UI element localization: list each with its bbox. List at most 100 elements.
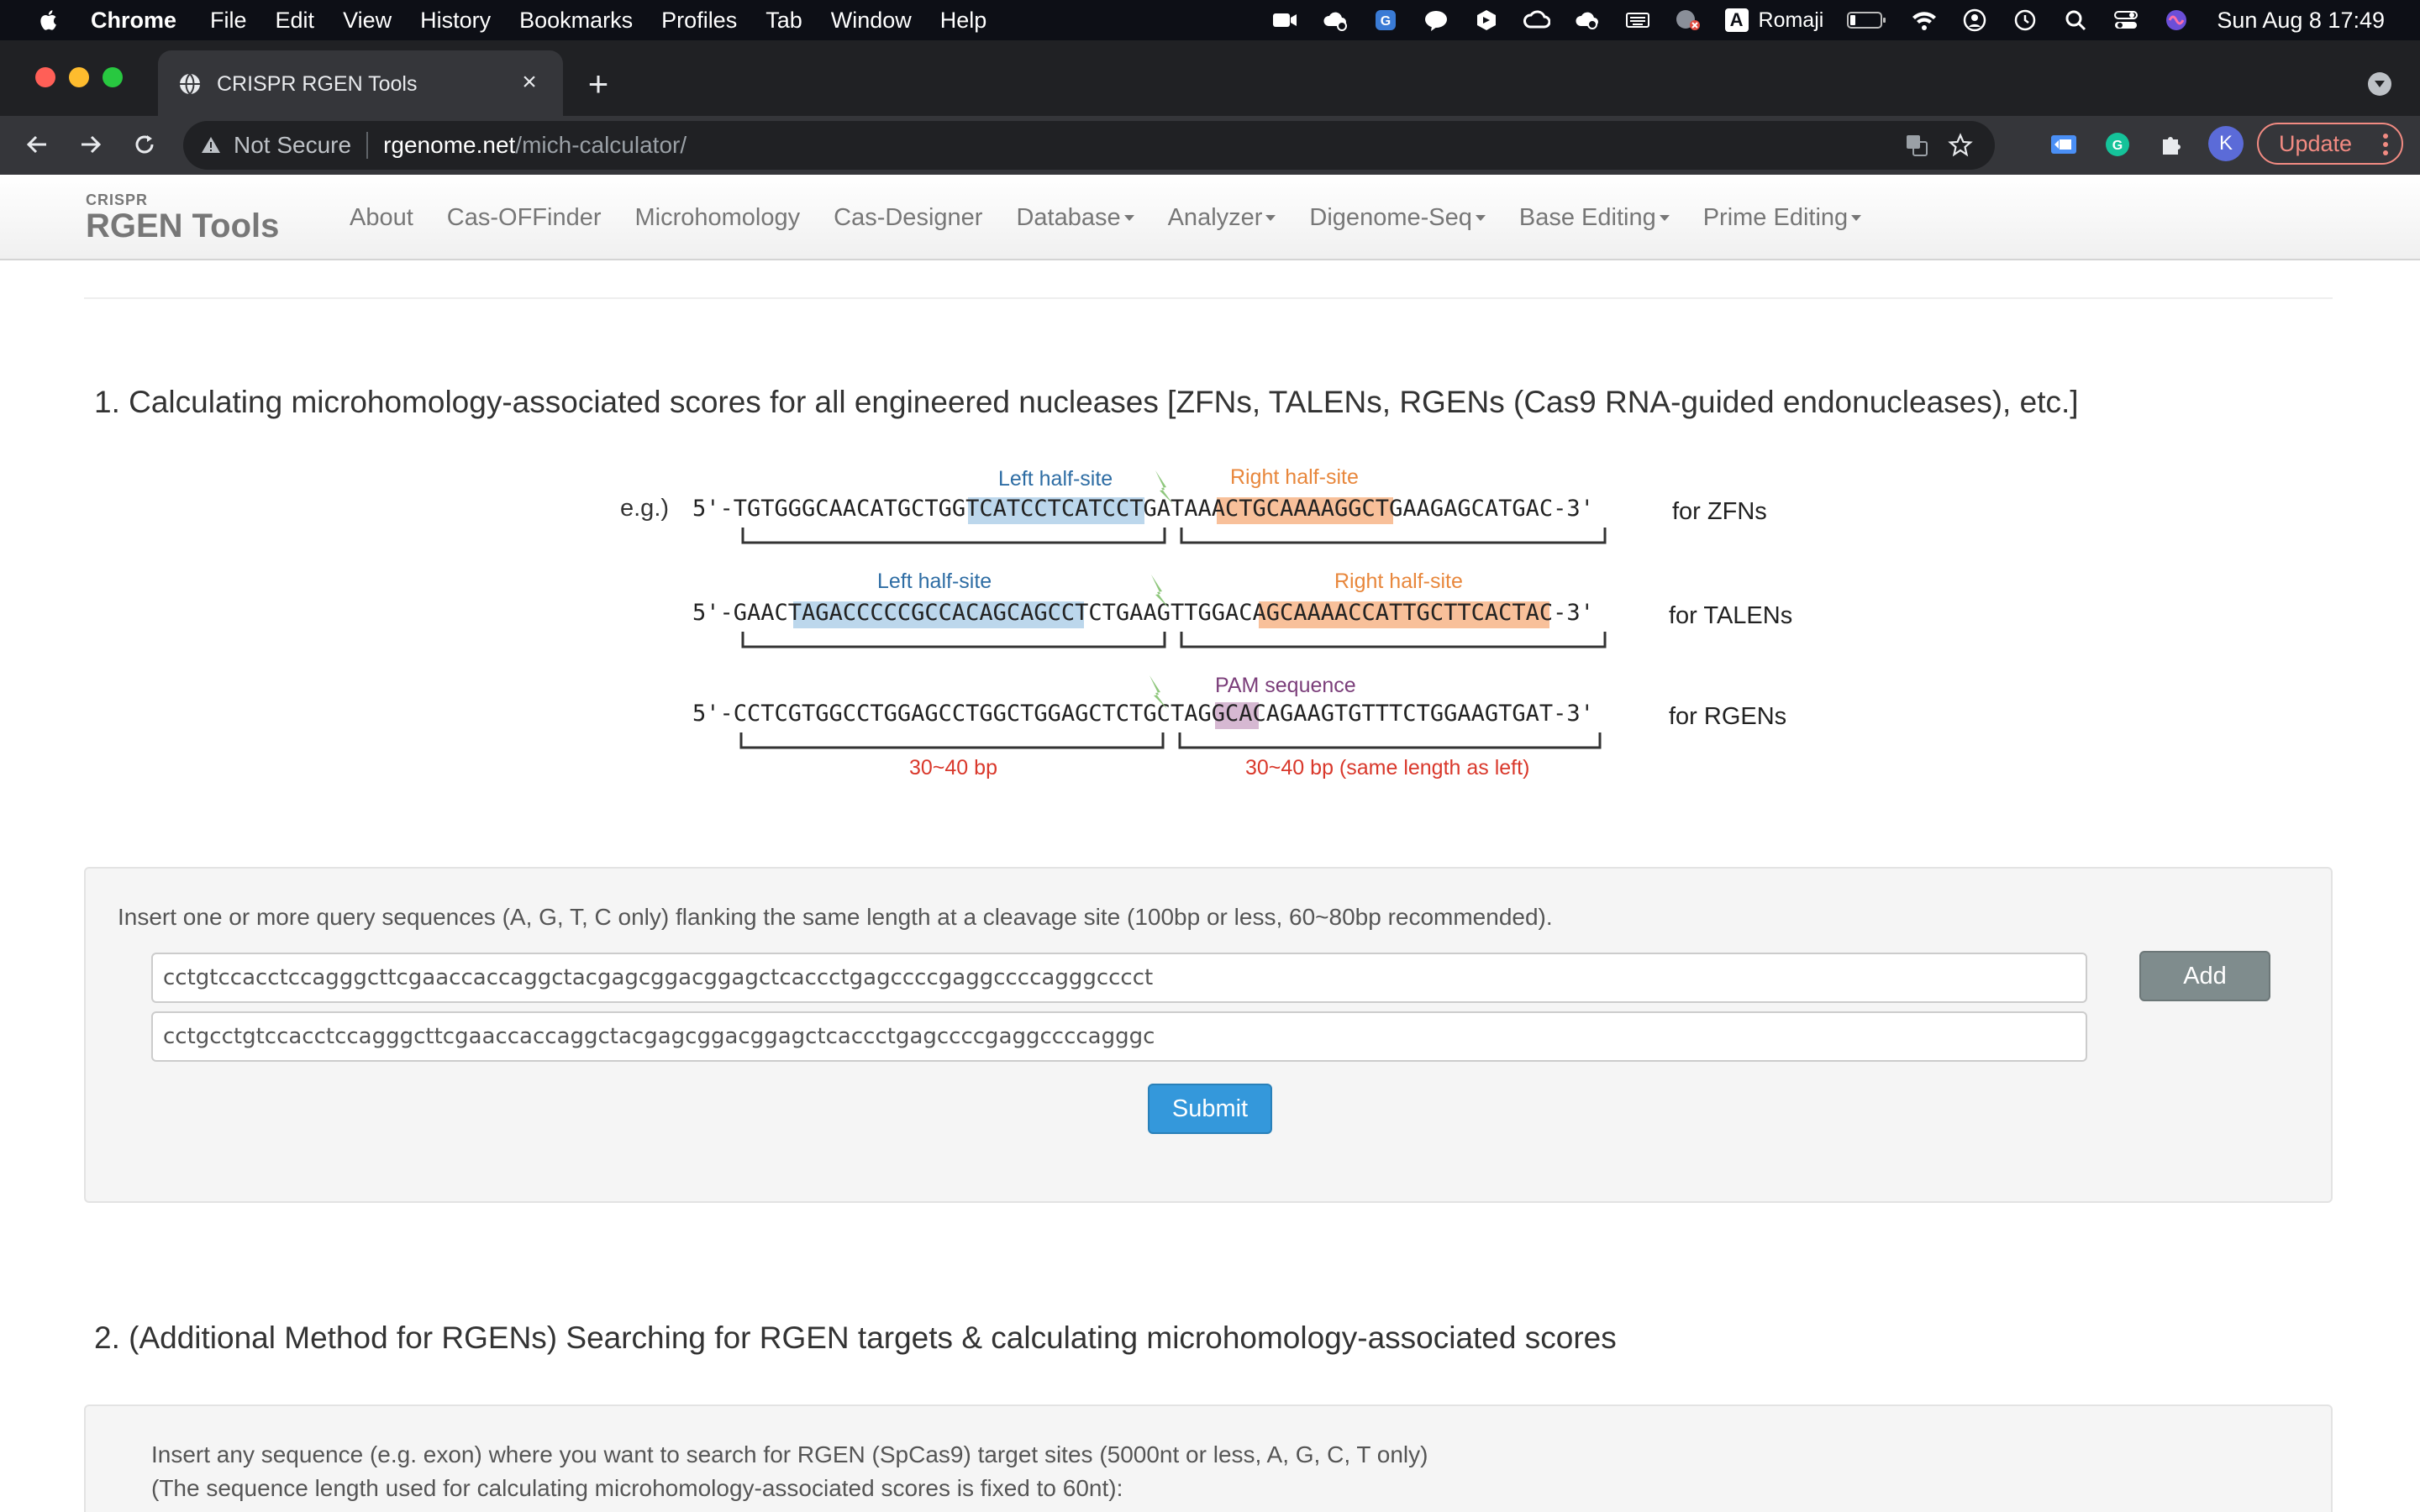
menu-profiles[interactable]: Profiles xyxy=(661,8,737,34)
new-tab-button[interactable]: + xyxy=(581,66,615,102)
wifi-icon[interactable] xyxy=(1911,8,1938,33)
nav-analyzer-dropdown[interactable]: Analyzer xyxy=(1151,204,1293,232)
talen-sequence: 5'-GAACTAGACCCCCGCCACAGCAGCCTCTGAAGTTGGA… xyxy=(692,600,1594,626)
grammar-app-icon[interactable]: G xyxy=(1372,8,1399,33)
creative-cloud-icon[interactable] xyxy=(1523,8,1550,33)
site-nav-links: About Cas-OFFinder Microhomology Cas-Des… xyxy=(333,175,1878,260)
rgen-search-instruction-line2: (The sequence length used for calculatin… xyxy=(151,1475,1123,1501)
menu-view[interactable]: View xyxy=(343,8,392,34)
forward-arrow-icon[interactable] xyxy=(72,126,109,163)
more-menu-icon[interactable] xyxy=(2383,133,2388,156)
nav-about[interactable]: About xyxy=(333,204,430,232)
back-arrow-icon[interactable] xyxy=(18,126,55,163)
vpn-globe-icon[interactable] xyxy=(1675,8,1702,33)
profile-avatar[interactable]: K xyxy=(2208,126,2244,161)
nav-cas-offinder[interactable]: Cas-OFFinder xyxy=(430,204,618,232)
security-status-label[interactable]: Not Secure xyxy=(234,132,351,159)
macos-menubar: Chrome File Edit View History Bookmarks … xyxy=(0,0,2420,40)
nav-prime-editing-dropdown[interactable]: Prime Editing xyxy=(1686,204,1878,232)
rgen-pam: AGG xyxy=(1184,701,1225,727)
siri-icon[interactable] xyxy=(2163,8,2190,33)
nav-cas-designer[interactable]: Cas-Designer xyxy=(817,204,999,232)
menu-help[interactable]: Help xyxy=(940,8,987,34)
line-chat-icon[interactable] xyxy=(1423,8,1449,33)
input-method-label: Romaji xyxy=(1758,8,1824,32)
rgen-pam-label: PAM sequence xyxy=(1215,674,1356,697)
menubar-status-area: G A Romaji Sun Aug 8 17:49 xyxy=(1248,0,2385,40)
menu-file[interactable]: File xyxy=(210,8,247,34)
nav-cas-offinder-label: Cas-OFFinder xyxy=(446,203,602,231)
input-method-indicator[interactable]: A Romaji xyxy=(1724,8,1824,33)
zfn-left-label: Left half-site xyxy=(998,467,1113,491)
video-camera-icon[interactable] xyxy=(1271,8,1298,33)
add-sequence-button[interactable]: Add xyxy=(2139,951,2270,1001)
talen-prefix: 5'-GAAC xyxy=(692,600,788,626)
menu-bookmarks[interactable]: Bookmarks xyxy=(519,8,633,34)
rgen-search-panel: Insert any sequence (e.g. exon) where yo… xyxy=(84,1404,2333,1512)
control-center-icon[interactable] xyxy=(2112,8,2139,33)
talen-brackets xyxy=(741,632,1607,648)
window-close-button[interactable] xyxy=(35,67,55,87)
talen-right-site: ACAGCAAAACCATTGCTTCA xyxy=(1225,600,1498,626)
window-zoom-button[interactable] xyxy=(103,67,123,87)
menubar-clock[interactable]: Sun Aug 8 17:49 xyxy=(2217,8,2385,34)
query-sequence-input-1[interactable]: cctgtccacctccagggcttcgaaccaccaggctacgagc… xyxy=(151,953,2087,1003)
zfn-brackets xyxy=(741,528,1607,544)
nav-analyzer-label: Analyzer xyxy=(1167,203,1263,231)
zfn-middle: CTGAT xyxy=(1116,496,1184,522)
caret-down-icon xyxy=(1851,215,1862,222)
menu-tab[interactable]: Tab xyxy=(765,8,802,34)
grammarly-extension-icon[interactable]: G xyxy=(2102,129,2133,160)
url-path: /mich-calculator/ xyxy=(515,132,687,158)
cloud-sync-error-icon[interactable] xyxy=(1322,8,1349,33)
nav-base-editing-label: Base Editing xyxy=(1518,203,1656,231)
battery-icon[interactable] xyxy=(1847,8,1887,33)
tab-search-icon[interactable] xyxy=(2368,72,2391,96)
tab-close-icon[interactable]: × xyxy=(516,69,543,96)
menu-edit[interactable]: Edit xyxy=(276,8,315,34)
nav-digenome-seq-label: Digenome-Seq xyxy=(1309,203,1472,231)
query-sequence-input-2[interactable]: cctgcctgtccacctccagggcttcgaaccaccaggctac… xyxy=(151,1011,2087,1062)
site-logo[interactable]: CRISPR RGEN Tools xyxy=(86,192,279,243)
menu-app-chrome[interactable]: Chrome xyxy=(91,8,176,34)
section2-title: 2. (Additional Method for RGENs) Searchi… xyxy=(94,1320,1617,1355)
extensions-puzzle-icon[interactable] xyxy=(2156,129,2186,160)
keyboard-icon[interactable] xyxy=(1624,8,1651,33)
zfn-suffix: GCTGAAGAGCATGAC-3' xyxy=(1348,496,1594,522)
address-bar[interactable]: Not Secure rgenome.net/mich-calculator/ xyxy=(183,121,1995,170)
dropbox-icon[interactable] xyxy=(1473,8,1500,33)
talen-row-label: for TALENs xyxy=(1669,602,1792,629)
update-button[interactable]: Update xyxy=(2257,123,2403,165)
translate-icon[interactable] xyxy=(1904,133,1929,158)
spotlight-search-icon[interactable] xyxy=(2062,8,2089,33)
reload-icon[interactable] xyxy=(126,126,163,163)
omnibox-separator xyxy=(366,132,369,159)
rgen-right-length-label: 30~40 bp (same length as left) xyxy=(1245,756,1529,780)
nav-database-dropdown[interactable]: Database xyxy=(999,204,1150,232)
rgen-suffix: CACAGAAGTGTTTCTGGAAGTGAT-3' xyxy=(1225,701,1594,727)
window-minimize-button[interactable] xyxy=(69,67,89,87)
user-account-icon[interactable] xyxy=(1961,8,1988,33)
nav-database-label: Database xyxy=(1016,203,1121,231)
time-machine-icon[interactable] xyxy=(2012,8,2039,33)
rgen-sequence: 5'-CCTCGTGGCCTGGAGCCTGGCTGGAGCTCTGCTAGGC… xyxy=(692,701,1594,727)
apple-logo-icon[interactable] xyxy=(39,9,57,31)
nuclease-example-figure: e.g.) 5'-TGTGGGCAACATGCTGGTCATCCTCATCCTG… xyxy=(620,465,1792,780)
cloud-upload-icon[interactable] xyxy=(1574,8,1601,33)
talen-left-label: Left half-site xyxy=(877,570,992,593)
nav-microhomology[interactable]: Microhomology xyxy=(618,204,818,232)
submit-button[interactable]: Submit xyxy=(1148,1084,1272,1134)
extension-docs-icon[interactable] xyxy=(2049,129,2079,160)
section1-title: 1. Calculating microhomology-associated … xyxy=(94,385,2079,419)
nav-about-label: About xyxy=(350,203,413,231)
menu-window[interactable]: Window xyxy=(831,8,912,34)
bookmark-star-icon[interactable] xyxy=(1948,133,1973,158)
browser-tab-active[interactable]: CRISPR RGEN Tools × xyxy=(158,50,563,118)
caret-down-icon xyxy=(1265,215,1276,222)
menu-history[interactable]: History xyxy=(420,8,491,34)
warning-triangle-icon xyxy=(202,137,220,153)
zfn-left-site: GTCATCCTCATC xyxy=(952,496,1116,522)
query-input-panel: Insert one or more query sequences (A, G… xyxy=(84,867,2333,1203)
nav-base-editing-dropdown[interactable]: Base Editing xyxy=(1502,204,1686,232)
nav-digenome-seq-dropdown[interactable]: Digenome-Seq xyxy=(1292,204,1502,232)
